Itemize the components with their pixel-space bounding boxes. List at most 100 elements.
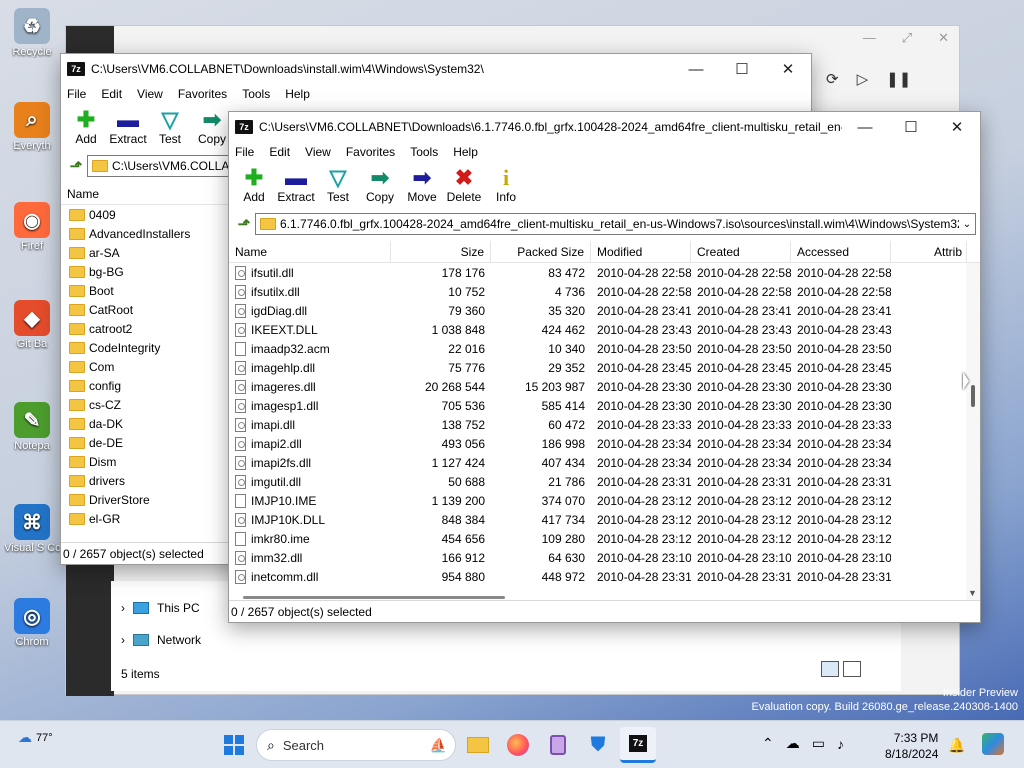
folder-row[interactable]: Com bbox=[61, 357, 231, 376]
close-button[interactable]: ✕ bbox=[934, 112, 980, 142]
folder-row[interactable]: ar-SA bbox=[61, 243, 231, 262]
menu-file[interactable]: File bbox=[235, 145, 254, 159]
menu-edit[interactable]: Edit bbox=[269, 145, 290, 159]
folder-row[interactable]: AdvancedInstallers bbox=[61, 224, 231, 243]
maximize-button[interactable]: ☐ bbox=[719, 54, 765, 84]
details-view-icon[interactable] bbox=[821, 661, 839, 677]
7zip-taskbar-icon[interactable]: 7z bbox=[620, 727, 656, 763]
close-button[interactable]: ✕ bbox=[765, 54, 811, 84]
column-header-created[interactable]: Created bbox=[691, 241, 791, 263]
display-icon[interactable]: ▭ bbox=[812, 735, 825, 752]
table-row[interactable]: imkr80.ime 454 656 109 280 2010-04-28 23:12… bbox=[229, 529, 980, 548]
desktop-icon[interactable]: ✎ Notepa bbox=[4, 402, 60, 452]
folder-row[interactable]: config bbox=[61, 376, 231, 395]
extract-button[interactable]: ▬ Extract bbox=[107, 108, 149, 147]
minimize-icon[interactable]: — bbox=[863, 30, 876, 46]
pause-icon[interactable]: ❚❚ bbox=[886, 70, 911, 88]
test-button[interactable]: ▽ Test bbox=[149, 108, 191, 147]
maximize-button[interactable]: ☐ bbox=[888, 112, 934, 142]
add-button[interactable]: ✚ Add bbox=[65, 108, 107, 147]
table-row[interactable]: IMJP10.IME 1 139 200 374 070 2010-04-28 23:… bbox=[229, 491, 980, 510]
folder-row[interactable]: 0409 bbox=[61, 205, 231, 224]
menu-edit[interactable]: Edit bbox=[101, 87, 122, 101]
table-row[interactable]: imageres.dll 20 268 544 15 203 987 2010-04-… bbox=[229, 377, 980, 396]
folder-row[interactable]: drivers bbox=[61, 471, 231, 490]
folder-row[interactable]: el-GR bbox=[61, 509, 231, 528]
table-row[interactable]: imapi2fs.dll 1 127 424 407 434 2010-04-28 2… bbox=[229, 453, 980, 472]
minimize-button[interactable]: — bbox=[842, 112, 888, 142]
nav-item-this-pc[interactable]: › This PC bbox=[121, 601, 200, 615]
maximize-icon[interactable]: ⤢ bbox=[902, 30, 912, 46]
horizontal-scrollbar-thumb[interactable] bbox=[243, 596, 505, 599]
refresh-icon[interactable]: ⟳ bbox=[826, 70, 839, 88]
minimize-button[interactable]: — bbox=[673, 54, 719, 84]
column-header-accessed[interactable]: Accessed bbox=[791, 241, 891, 263]
table-row[interactable]: imaadp32.acm 22 016 10 340 2010-04-28 23:50… bbox=[229, 339, 980, 358]
copy-button[interactable]: ➡ Copy bbox=[191, 108, 233, 147]
extract-button[interactable]: ▬ Extract bbox=[275, 166, 317, 205]
table-row[interactable]: igdDiag.dll 79 360 35 320 2010-04-28 23:41 2… bbox=[229, 301, 980, 320]
menu-tools[interactable]: Tools bbox=[410, 145, 438, 159]
table-row[interactable]: imagesp1.dll 705 536 585 414 2010-04-28 23:… bbox=[229, 396, 980, 415]
desktop-icon[interactable]: ◎ Chrom bbox=[4, 598, 60, 648]
test-button[interactable]: ▽ Test bbox=[317, 166, 359, 205]
table-row[interactable]: imapi.dll 138 752 60 472 2010-04-28 23:33 20… bbox=[229, 415, 980, 434]
folder-row[interactable]: catroot2 bbox=[61, 319, 231, 338]
start-button[interactable] bbox=[216, 727, 252, 763]
column-header-packed-size[interactable]: Packed Size bbox=[491, 241, 591, 263]
chevron-down-icon[interactable]: ⌄ bbox=[959, 219, 975, 230]
up-folder-icon[interactable]: ⬏ bbox=[233, 213, 255, 235]
table-row[interactable]: IKEEXT.DLL 1 038 848 424 462 2010-04-28 23:… bbox=[229, 320, 980, 339]
chevron-up-icon[interactable]: ⌃ bbox=[762, 735, 774, 752]
table-row[interactable]: imm32.dll 166 912 64 630 2010-04-28 23:10 20… bbox=[229, 548, 980, 567]
column-header-modified[interactable]: Modified bbox=[591, 241, 691, 263]
network-disconnected-icon[interactable]: ☁ bbox=[786, 735, 800, 752]
folder-row[interactable]: de-DE bbox=[61, 433, 231, 452]
notepad-taskbar-icon[interactable] bbox=[540, 727, 576, 763]
delete-button[interactable]: ✖ Delete bbox=[443, 166, 485, 205]
copilot-icon[interactable] bbox=[982, 733, 1004, 755]
table-row[interactable]: ifsutil.dll 178 176 83 472 2010-04-28 22:58… bbox=[229, 263, 980, 282]
nav-item-network[interactable]: › Network bbox=[121, 633, 201, 647]
close-icon[interactable]: ✕ bbox=[938, 30, 949, 46]
table-row[interactable]: imagehlp.dll 75 776 29 352 2010-04-28 23:45… bbox=[229, 358, 980, 377]
menu-view[interactable]: View bbox=[137, 87, 163, 101]
menu-view[interactable]: View bbox=[305, 145, 331, 159]
up-folder-icon[interactable]: ⬏ bbox=[65, 155, 87, 177]
volume-icon[interactable]: ♪ bbox=[837, 736, 844, 752]
desktop-icon[interactable]: ◆ Git Ba bbox=[4, 300, 60, 350]
column-header-attributes[interactable]: Attrib bbox=[891, 241, 967, 263]
menu-help[interactable]: Help bbox=[285, 87, 310, 101]
add-button[interactable]: ✚ Add bbox=[233, 166, 275, 205]
desktop-icon[interactable]: ◉ Firef bbox=[4, 202, 60, 252]
menu-help[interactable]: Help bbox=[453, 145, 478, 159]
taskbar-search[interactable]: ⌕ Search ⛵ bbox=[256, 729, 456, 761]
menu-favorites[interactable]: Favorites bbox=[346, 145, 395, 159]
notification-bell-icon[interactable]: 🔔 bbox=[948, 737, 965, 754]
scroll-down-icon[interactable]: ▼ bbox=[968, 588, 977, 598]
scrollbar-thumb[interactable] bbox=[971, 385, 975, 407]
folder-row[interactable]: DriverStore bbox=[61, 490, 231, 509]
desktop-icon[interactable]: ⌕ Everyth bbox=[4, 102, 60, 152]
7zip-window-front[interactable]: 7z C:\Users\VM6.COLLABNET\Downloads\6.1.… bbox=[228, 111, 981, 623]
table-row[interactable]: inetcomm.dll 954 880 448 972 2010-04-28 23:… bbox=[229, 567, 980, 586]
folder-row[interactable]: Dism bbox=[61, 452, 231, 471]
table-row[interactable]: IMJP10K.DLL 848 384 417 734 2010-04-28 23:1… bbox=[229, 510, 980, 529]
tiles-view-icon[interactable] bbox=[843, 661, 861, 677]
file-explorer-taskbar-icon[interactable] bbox=[460, 727, 496, 763]
address-field[interactable]: 6.1.7746.0.fbl_grfx.100428-2024_amd64fre… bbox=[255, 213, 976, 235]
menu-tools[interactable]: Tools bbox=[242, 87, 270, 101]
desktop-icon[interactable]: ⌘ Visual S Cod bbox=[4, 504, 60, 554]
info-button[interactable]: i Info bbox=[485, 166, 527, 205]
weather-widget[interactable]: ☁ 77° bbox=[18, 729, 53, 746]
folder-row[interactable]: Boot bbox=[61, 281, 231, 300]
menu-favorites[interactable]: Favorites bbox=[178, 87, 227, 101]
column-header-name[interactable]: Name bbox=[229, 241, 391, 263]
folder-row[interactable]: CodeIntegrity bbox=[61, 338, 231, 357]
clock[interactable]: 7:33 PM 8/18/2024 bbox=[885, 730, 938, 762]
play-icon[interactable]: ▷ bbox=[857, 70, 869, 88]
firefox-taskbar-icon[interactable] bbox=[500, 727, 536, 763]
defender-taskbar-icon[interactable]: ⛊ bbox=[580, 727, 616, 763]
vertical-scrollbar[interactable]: ▼ bbox=[966, 263, 980, 600]
column-header-size[interactable]: Size bbox=[391, 241, 491, 263]
